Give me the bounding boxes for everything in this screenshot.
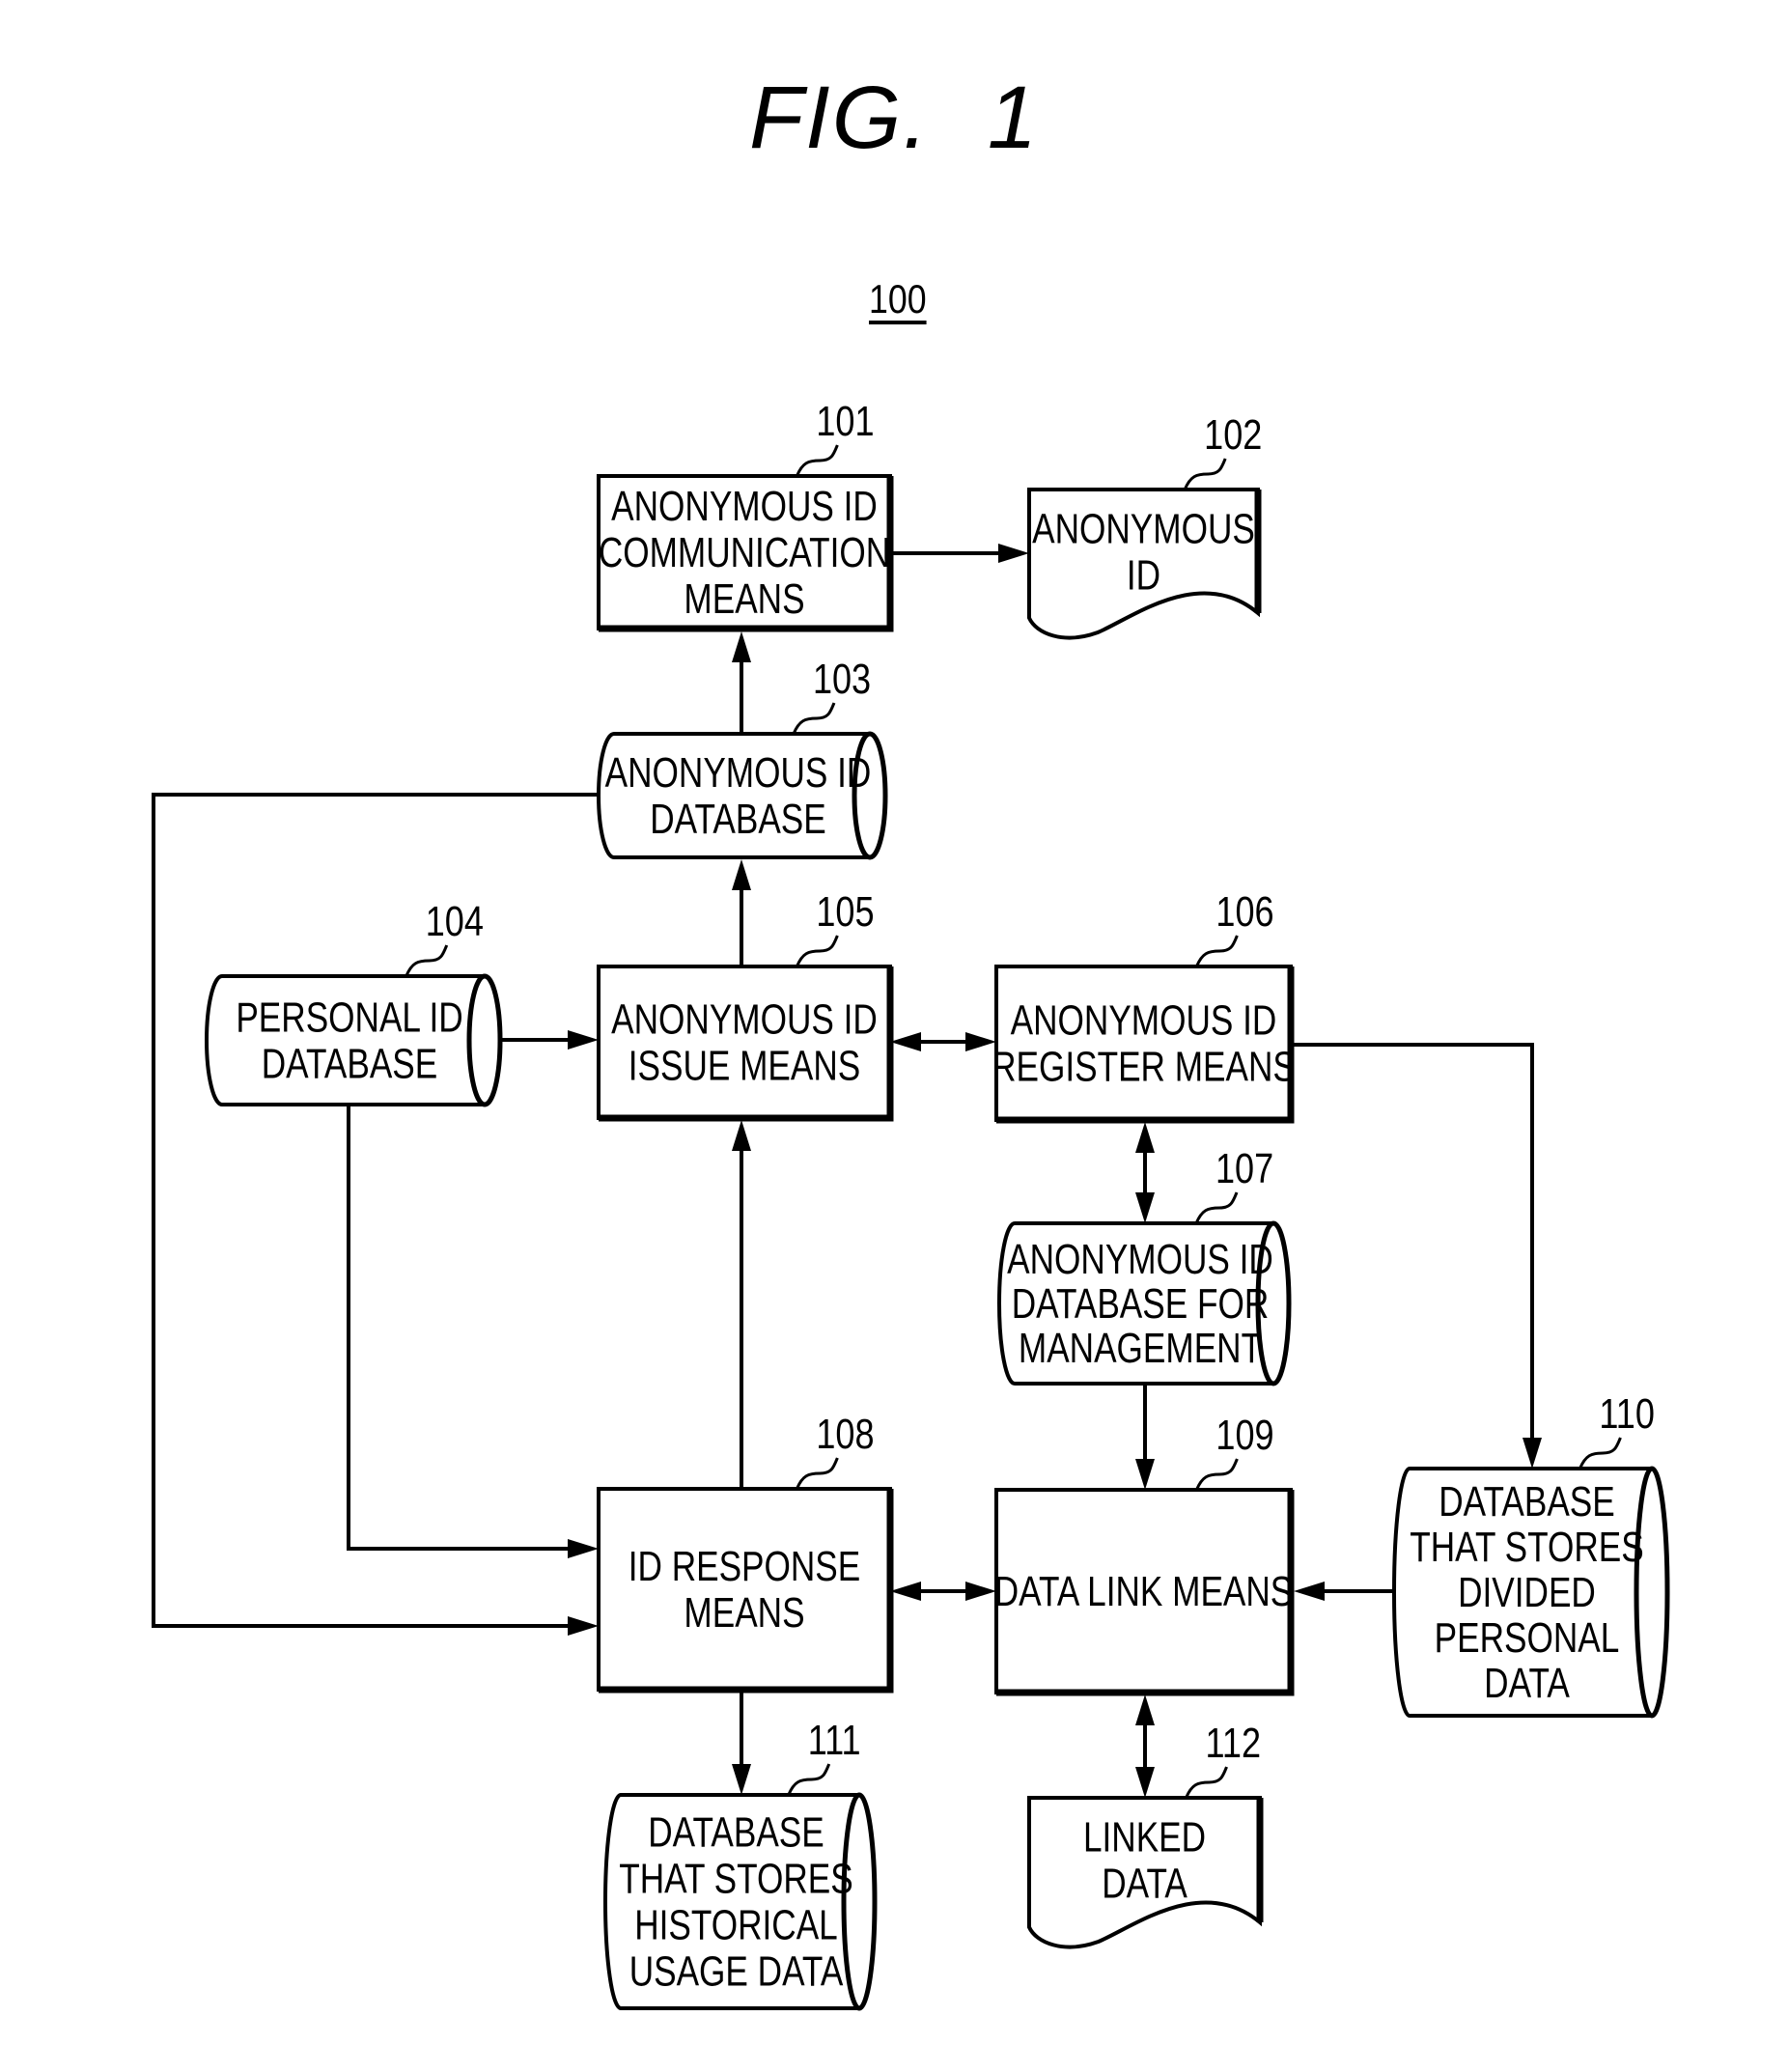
- node-label-line: MEANS: [684, 1589, 804, 1637]
- reference-numeral: 101: [816, 398, 874, 445]
- node-label-line: DATABASE: [262, 1041, 438, 1088]
- reference-numeral: 104: [426, 898, 484, 945]
- reference-numeral: 112: [1206, 1720, 1262, 1767]
- reference-leader: [405, 944, 449, 977]
- arrowhead: [1294, 1582, 1325, 1601]
- arrowhead: [732, 859, 751, 890]
- node-label-line: DATABASE FOR: [1012, 1280, 1270, 1328]
- node-101: ANONYMOUS IDCOMMUNICATIONMEANS 101: [597, 398, 894, 632]
- node-label-line: LINKED: [1083, 1814, 1206, 1862]
- node-label-line: PERSONAL: [1435, 1614, 1620, 1662]
- arrowhead: [732, 631, 751, 662]
- arrowhead: [568, 1030, 599, 1050]
- reference-leader: [1183, 458, 1227, 490]
- reference-numeral: 108: [816, 1411, 874, 1458]
- arrowhead: [1135, 1767, 1155, 1798]
- node-label-line: USAGE DATA: [629, 1948, 844, 1996]
- reference-leader: [1195, 1458, 1239, 1491]
- arrowhead: [732, 1120, 751, 1151]
- reference-leader: [1194, 1191, 1239, 1224]
- arrowhead: [732, 1764, 751, 1795]
- reference-leader: [795, 1457, 839, 1490]
- reference-leader: [1185, 1766, 1228, 1799]
- node-label-line: ANONYMOUS: [1032, 506, 1255, 553]
- reference-leader: [1195, 935, 1239, 967]
- block-diagram: ANONYMOUS IDCOMMUNICATIONMEANS101ANONYMO…: [152, 398, 1670, 2011]
- node-label-line: ID RESPONSE: [629, 1543, 861, 1590]
- node-label-line: DATABASE: [650, 796, 826, 843]
- node-label-line: REGISTER MEANS: [992, 1044, 1296, 1091]
- reference-numeral: 102: [1204, 411, 1262, 459]
- arrowhead: [568, 1539, 599, 1558]
- node-label-line: COMMUNICATION: [599, 529, 890, 576]
- node-label-line: MEANS: [684, 575, 804, 623]
- node-label-line: HISTORICAL: [634, 1902, 838, 1949]
- node-label-line: DATABASE: [1439, 1478, 1615, 1526]
- node-label-line: MANAGEMENT: [1019, 1325, 1262, 1372]
- node-label-line: ID: [1127, 552, 1160, 600]
- arrowhead: [568, 1616, 599, 1636]
- node-label-line: DIVIDED: [1458, 1569, 1596, 1616]
- node-label-line: ANONYMOUS ID: [1011, 997, 1277, 1045]
- reference-leader: [795, 935, 839, 967]
- reference-numeral: 110: [1599, 1390, 1655, 1438]
- arrowhead: [1135, 1459, 1155, 1490]
- node-label-line: DATA LINK MEANS: [994, 1568, 1294, 1615]
- arrowhead: [1135, 1192, 1155, 1223]
- node-108: ID RESPONSEMEANS 108: [597, 1411, 894, 1694]
- arrowhead: [1135, 1122, 1155, 1153]
- node-label-line: THAT STORES: [1410, 1524, 1643, 1571]
- node-104: PERSONAL IDDATABASE 104: [205, 898, 503, 1107]
- reference-numeral: 111: [808, 1717, 861, 1764]
- nodes: ANONYMOUS IDCOMMUNICATIONMEANS101ANONYMO…: [205, 398, 1670, 2011]
- arrowhead: [998, 544, 1029, 563]
- node-label-line: ANONYMOUS ID: [1007, 1236, 1273, 1283]
- node-106: ANONYMOUS IDREGISTER MEANS 106: [992, 888, 1296, 1124]
- node-label-line: ANONYMOUS ID: [611, 483, 878, 530]
- reference-leader: [795, 444, 839, 477]
- reference-numeral: 106: [1215, 888, 1273, 936]
- node-102: ANONYMOUSID 102: [1027, 411, 1262, 640]
- node-label-line: DATA: [1484, 1660, 1570, 1707]
- reference-numeral: 107: [1215, 1145, 1273, 1192]
- reference-numeral: 103: [813, 656, 871, 703]
- arrowhead: [1135, 1694, 1155, 1725]
- node-label-line: ISSUE MEANS: [629, 1043, 861, 1090]
- reference-leader: [787, 1763, 831, 1796]
- reference-numeral: 105: [816, 888, 874, 936]
- arrowhead: [890, 1582, 921, 1601]
- reference-leader: [1578, 1437, 1622, 1470]
- node-label-line: THAT STORES: [619, 1856, 852, 1903]
- arrowhead: [1523, 1438, 1542, 1469]
- edge-104-108: [347, 1105, 572, 1551]
- reference-numeral: 109: [1215, 1412, 1273, 1459]
- node-105: ANONYMOUS IDISSUE MEANS 105: [597, 888, 894, 1122]
- node-label-line: DATABASE: [648, 1809, 824, 1857]
- arrowhead: [965, 1582, 996, 1601]
- reference-leader: [792, 702, 836, 735]
- node-label-line: PERSONAL ID: [236, 994, 462, 1042]
- node-label-line: DATA: [1102, 1861, 1187, 1908]
- node-label-line: ANONYMOUS ID: [611, 996, 878, 1044]
- edge-103-108: [152, 793, 599, 1628]
- arrowhead: [890, 1032, 921, 1051]
- node-label-line: ANONYMOUS ID: [605, 749, 872, 797]
- edge-106-110: [1291, 1043, 1534, 1441]
